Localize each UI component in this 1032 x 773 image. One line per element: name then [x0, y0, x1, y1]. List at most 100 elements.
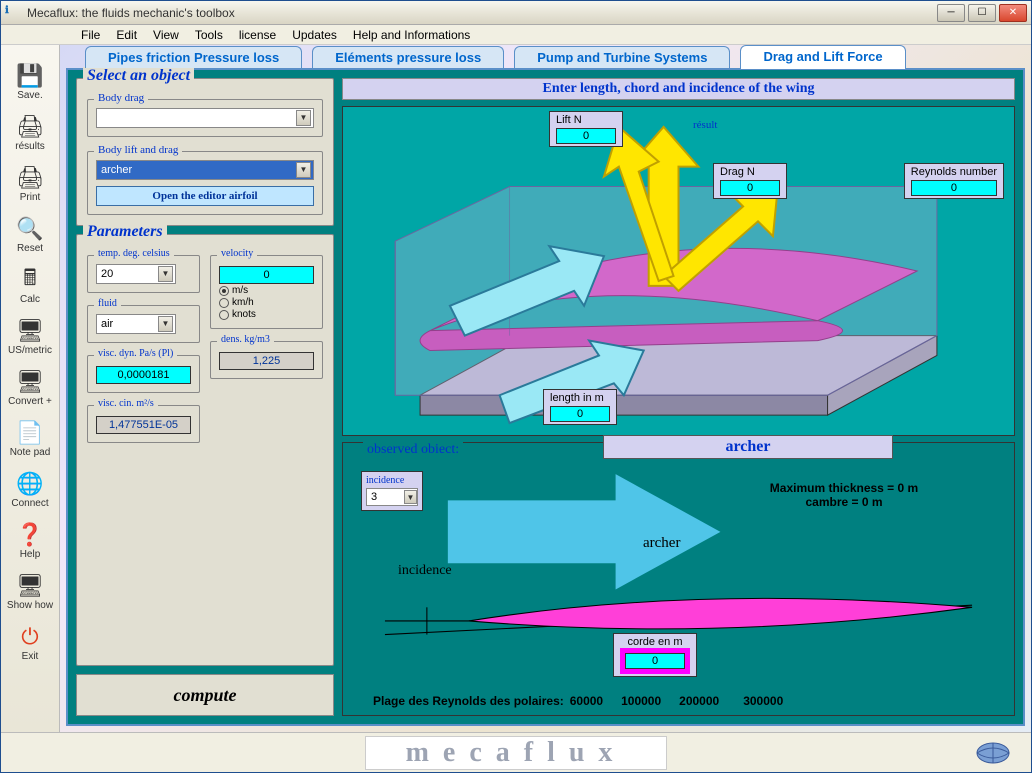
- menu-view[interactable]: View: [153, 28, 179, 42]
- reynolds-box: Reynolds number 0: [904, 163, 1004, 199]
- incidence-text: incidence: [398, 563, 452, 579]
- tabstrip: Pipes friction Pressure loss Eléments pr…: [60, 45, 1031, 68]
- body-lift-label: Body lift and drag: [94, 144, 182, 156]
- velocity-input[interactable]: 0: [219, 266, 314, 284]
- length-label: length in m: [550, 392, 604, 404]
- body-drag-dropdown[interactable]: ▼: [96, 108, 314, 128]
- visc-cin-value: 1,477551E-05: [96, 416, 191, 434]
- chevron-down-icon: ▼: [158, 266, 173, 282]
- tab-pipes[interactable]: Pipes friction Pressure loss: [85, 46, 302, 68]
- maximize-button[interactable]: ☐: [968, 4, 996, 22]
- close-button[interactable]: ✕: [999, 4, 1027, 22]
- unit-kmh-radio[interactable]: km/h: [219, 297, 314, 308]
- app-icon: ℹ: [5, 5, 21, 21]
- lift-value[interactable]: 0: [556, 128, 616, 144]
- menubar: File Edit View Tools license Updates Hel…: [1, 25, 1031, 45]
- length-value[interactable]: 0: [550, 406, 610, 422]
- wing-svg: [343, 107, 1014, 435]
- save-icon: 💾: [14, 62, 46, 90]
- observed-panel: observed obiect: archer incidence 3▼: [342, 442, 1015, 716]
- reset-button[interactable]: 🔍Reset: [4, 204, 56, 254]
- convert-button[interactable]: 🖥Convert +: [4, 357, 56, 407]
- left-toolbar: 💾Save. 🖨résults 🖨Print 🔍Reset 🖩Calc 🖥US/…: [1, 45, 60, 732]
- length-box: length in m 0: [543, 389, 617, 425]
- showhow-button[interactable]: 🖥Show how: [4, 561, 56, 611]
- showhow-icon: 🖥: [14, 572, 46, 600]
- fluid-dropdown[interactable]: air▼: [96, 314, 176, 334]
- titlebar: ℹ Mecaflux: the fluids mechanic's toolbo…: [1, 1, 1031, 25]
- visc-cin-label: visc. cin. m²/s: [94, 398, 158, 409]
- fluid-label: fluid: [94, 298, 121, 309]
- visc-dyn-value: 0,0000181: [96, 366, 191, 384]
- print-icon: 🖨: [14, 164, 46, 192]
- print-button[interactable]: 🖨Print: [4, 153, 56, 203]
- results-icon: 🖨: [14, 113, 46, 141]
- window-title: Mecaflux: the fluids mechanic's toolbox: [27, 6, 937, 20]
- chevron-down-icon: ▼: [158, 316, 173, 332]
- notepad-icon: 📄: [14, 419, 46, 447]
- drag-label: Drag N: [720, 166, 755, 178]
- chevron-down-icon: ▼: [296, 110, 311, 126]
- parameters-panel: Parameters temp. deg. celsius 20▼ fluid …: [76, 234, 334, 666]
- temp-dropdown[interactable]: 20▼: [96, 264, 176, 284]
- reynolds-range: Plage des Reynolds des polaires: 60000 1…: [373, 694, 1004, 709]
- dens-value: 1,225: [219, 352, 314, 370]
- parameters-title: Parameters: [83, 223, 167, 241]
- reynolds-label: Reynolds number: [911, 166, 997, 178]
- menu-updates[interactable]: Updates: [292, 28, 337, 42]
- lift-label: Lift N: [556, 114, 582, 126]
- lift-box: Lift N 0: [549, 111, 623, 147]
- unit-ms-radio[interactable]: m/s: [219, 285, 314, 296]
- footer-brand: mecaflux: [365, 736, 668, 770]
- corde-value[interactable]: 0: [625, 653, 685, 669]
- tab-pump[interactable]: Pump and Turbine Systems: [514, 46, 730, 68]
- select-panel-title: Select an object: [83, 67, 194, 85]
- calc-icon: 🖩: [14, 266, 46, 294]
- menu-license[interactable]: license: [239, 28, 276, 42]
- reset-icon: 🔍: [14, 215, 46, 243]
- tab-drag[interactable]: Drag and Lift Force: [740, 45, 905, 69]
- menu-tools[interactable]: Tools: [195, 28, 223, 42]
- unit-knots-radio[interactable]: knots: [219, 309, 314, 320]
- save-button[interactable]: 💾Save.: [4, 51, 56, 101]
- velocity-label: velocity: [217, 248, 257, 259]
- drag-box: Drag N 0: [713, 163, 787, 199]
- connect-button[interactable]: 🌐Connect: [4, 459, 56, 509]
- notepad-button[interactable]: 📄Note pad: [4, 408, 56, 458]
- drag-value[interactable]: 0: [720, 180, 780, 196]
- body-drag-label: Body drag: [94, 92, 148, 104]
- profile-name-text: archer: [643, 535, 680, 552]
- select-object-panel: Select an object Body drag ▼ Body lift a…: [76, 78, 334, 226]
- minimize-button[interactable]: ─: [937, 4, 965, 22]
- corde-box: corde en m 0: [613, 633, 697, 677]
- diagram-header: Enter length, chord and incidence of the…: [342, 78, 1015, 100]
- thickness-text: Maximum thickness = 0 m cambre = 0 m: [729, 481, 959, 509]
- calc-button[interactable]: 🖩Calc: [4, 255, 56, 305]
- body-lift-dropdown[interactable]: archer▼: [96, 160, 314, 180]
- reynolds-value: 0: [911, 180, 997, 196]
- help-button[interactable]: ❓Help: [4, 510, 56, 560]
- result-label: résult: [693, 119, 717, 131]
- dens-label: dens. kg/m3: [217, 334, 274, 345]
- results-button[interactable]: 🖨résults: [4, 102, 56, 152]
- connect-icon: 🌐: [14, 470, 46, 498]
- help-icon: ❓: [14, 521, 46, 549]
- visc-dyn-label: visc. dyn. Pa/s (Pl): [94, 348, 177, 359]
- chevron-down-icon: ▼: [296, 162, 311, 178]
- menu-file[interactable]: File: [81, 28, 100, 42]
- temp-label: temp. deg. celsius: [94, 248, 174, 259]
- footer: mecaflux: [1, 732, 1031, 772]
- exit-icon: ⏻: [14, 623, 46, 651]
- convert-icon: 🖥: [14, 368, 46, 396]
- usmetric-button[interactable]: 🖥US/metric: [4, 306, 56, 356]
- menu-help[interactable]: Help and Informations: [353, 28, 470, 42]
- globe-icon: [975, 741, 1011, 765]
- menu-edit[interactable]: Edit: [116, 28, 137, 42]
- exit-button[interactable]: ⏻Exit: [4, 612, 56, 662]
- usmetric-icon: 🖥: [14, 317, 46, 345]
- tab-elements[interactable]: Eléments pressure loss: [312, 46, 504, 68]
- open-editor-button[interactable]: Open the editor airfoil: [96, 186, 314, 206]
- compute-button[interactable]: compute: [76, 674, 334, 716]
- wing-diagram: Lift N 0 résult Drag N 0 Reynolds number…: [342, 106, 1015, 436]
- corde-label: corde en m: [627, 636, 682, 648]
